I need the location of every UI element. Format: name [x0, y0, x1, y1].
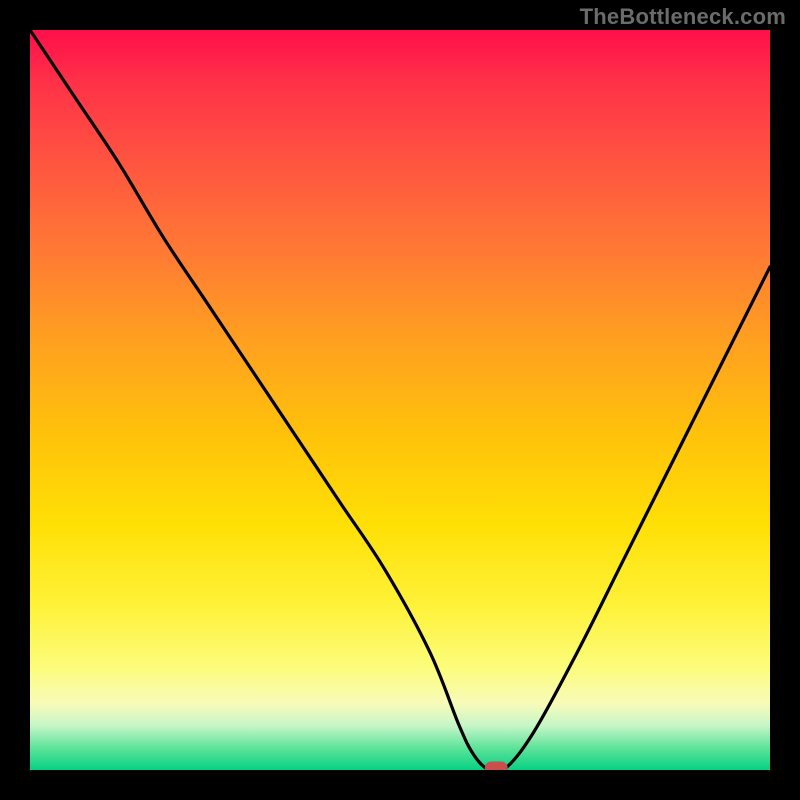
chart-container: TheBottleneck.com [0, 0, 800, 800]
bottleneck-curve [30, 30, 770, 770]
optimal-point-marker [485, 762, 507, 770]
curve-path [30, 30, 770, 770]
watermark-text: TheBottleneck.com [580, 4, 786, 30]
plot-area [30, 30, 770, 770]
